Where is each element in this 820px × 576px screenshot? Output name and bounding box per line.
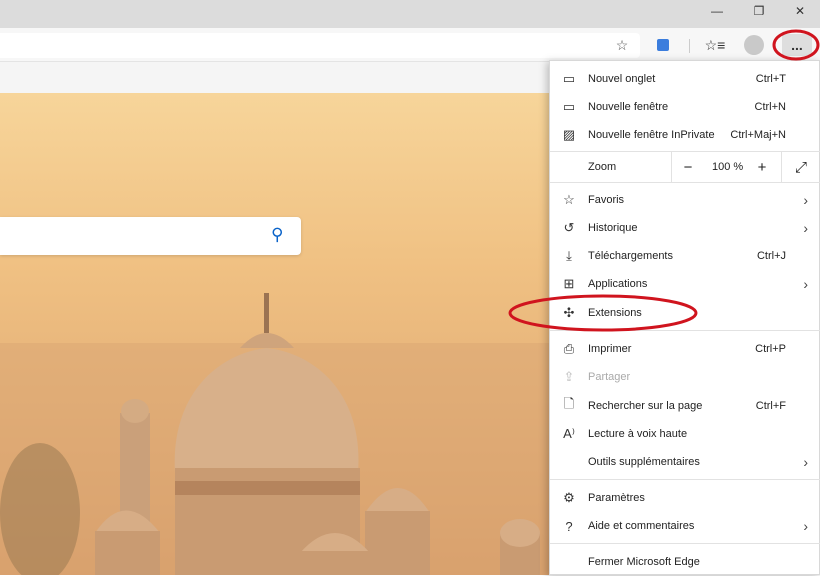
find-in-page-icon: 🗋	[563, 396, 575, 411]
menu-divider	[550, 479, 820, 480]
printer-icon: ⎙	[563, 341, 575, 356]
menu-item-apps[interactable]: ⊞ Applications ›	[550, 270, 820, 298]
menu-item-inprivate[interactable]: ▨ Nouvelle fenêtre InPrivate Ctrl+Maj+N	[550, 121, 820, 149]
chevron-right-icon: ›	[803, 454, 808, 470]
zoom-out-button[interactable]: −	[678, 157, 698, 177]
close-window-button[interactable]: ✕	[783, 0, 817, 22]
menu-item-downloads[interactable]: ⤓ Téléchargements Ctrl+J	[550, 242, 820, 270]
menu-item-read-aloud[interactable]: A⁾ Lecture à voix haute	[550, 420, 820, 448]
title-bar: — ❐ ✕	[0, 0, 820, 28]
menu-item-favorites[interactable]: ☆ Favoris ›	[550, 186, 820, 214]
search-icon[interactable]: ⚲	[271, 225, 283, 245]
zoom-row: Zoom − 100 % + ⤢	[550, 152, 820, 182]
apps-icon: ⊞	[563, 276, 575, 291]
translate-icon[interactable]	[651, 34, 675, 56]
profile-avatar[interactable]	[742, 34, 766, 56]
new-window-icon: ▭	[562, 99, 576, 114]
menu-item-share[interactable]: ⇪ Partager	[550, 363, 820, 391]
puzzle-icon: ✣	[563, 305, 575, 320]
toolbar-divider	[689, 39, 690, 53]
zoom-in-button[interactable]: +	[752, 157, 772, 177]
favorites-icon: ☆	[563, 192, 575, 207]
minimize-button[interactable]: —	[700, 0, 734, 22]
menu-item-new-tab[interactable]: ▭ Nouvel onglet Ctrl+T	[550, 65, 820, 93]
help-icon: ?	[565, 518, 573, 534]
settings-more-button[interactable]: ...	[782, 34, 812, 56]
web-search-box[interactable]: ⚲	[0, 217, 301, 255]
menu-item-settings[interactable]: ⚙ Paramètres	[550, 484, 820, 512]
favorites-list-icon[interactable]: ☆≡	[703, 34, 727, 56]
chevron-right-icon: ›	[803, 192, 808, 208]
inprivate-icon: ▨	[562, 127, 576, 142]
restore-button[interactable]: ❐	[742, 0, 776, 22]
browser-toolbar: ☆ ☆≡ ...	[0, 28, 820, 62]
menu-item-help[interactable]: ? Aide et commentaires ›	[550, 512, 820, 540]
menu-item-more-tools[interactable]: Outils supplémentaires ›	[550, 448, 820, 476]
read-aloud-icon: A⁾	[563, 426, 575, 441]
chevron-right-icon: ›	[803, 220, 808, 236]
menu-divider	[550, 543, 820, 544]
history-icon: ↺	[563, 220, 575, 235]
zoom-divider	[781, 152, 782, 182]
address-bar[interactable]	[0, 33, 640, 58]
chevron-right-icon: ›	[803, 276, 808, 292]
menu-item-extensions[interactable]: ✣ Extensions	[550, 299, 820, 327]
fullscreen-icon[interactable]: ⤢	[791, 157, 811, 177]
chevron-right-icon: ›	[803, 518, 808, 534]
share-icon: ⇪	[563, 369, 575, 384]
download-icon: ⤓	[566, 248, 572, 263]
menu-item-new-window[interactable]: ▭ Nouvelle fenêtre Ctrl+N	[550, 93, 820, 121]
settings-menu: ▭ Nouvel onglet Ctrl+T ▭ Nouvelle fenêtre Ct…	[549, 60, 820, 575]
gear-icon: ⚙	[563, 490, 575, 505]
add-favorite-icon[interactable]: ☆	[610, 34, 634, 56]
zoom-level: 100 %	[712, 161, 744, 173]
menu-item-close-edge[interactable]: Fermer Microsoft Edge	[550, 548, 820, 576]
menu-item-find[interactable]: 🗋 Rechercher sur la page Ctrl+F	[550, 392, 820, 420]
menu-divider	[550, 330, 820, 331]
new-tab-icon: ▭	[562, 71, 576, 86]
zoom-divider	[671, 152, 672, 182]
menu-item-history[interactable]: ↺ Historique ›	[550, 214, 820, 242]
menu-divider	[550, 182, 820, 183]
menu-item-print[interactable]: ⎙ Imprimer Ctrl+P	[550, 335, 820, 363]
